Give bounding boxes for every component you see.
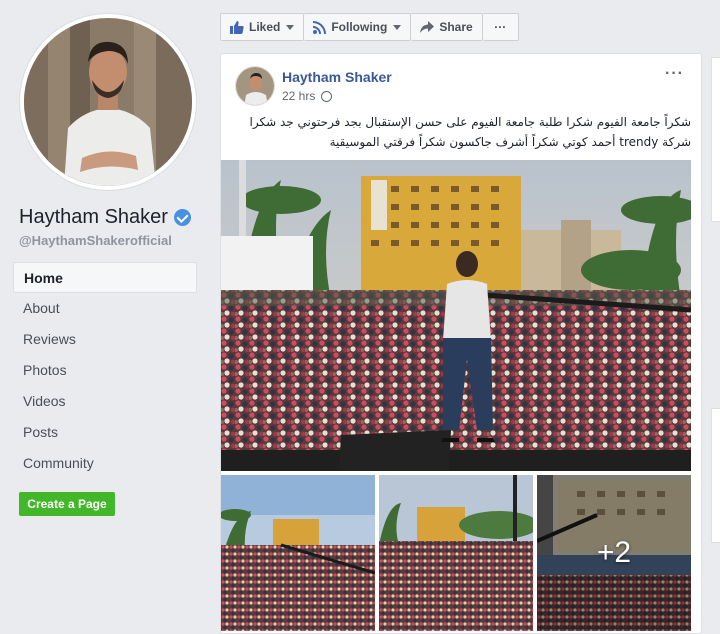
more-photos-count: +2 [596, 536, 632, 569]
share-button[interactable]: Share [411, 13, 483, 41]
post-thumbnail-more-photos[interactable]: +2 [537, 475, 691, 631]
share-arrow-icon [420, 21, 435, 33]
nav-item-about[interactable]: About [13, 293, 197, 324]
page-title[interactable]: Haytham Shaker [19, 206, 191, 229]
post-time-text: 22 hrs [282, 89, 316, 103]
liked-button[interactable]: Liked [220, 13, 305, 41]
nav-item-home[interactable]: Home [13, 262, 197, 293]
page-action-bar: Liked Following Share ··· [220, 13, 519, 42]
following-label: Following [331, 20, 388, 34]
post-thumbnail-photo[interactable] [379, 475, 533, 631]
verified-badge-icon [173, 209, 191, 226]
share-label: Share [439, 20, 473, 34]
post-body-text: شكراً جامعة الفيوم شكرا طلبة جامعة الفيو… [249, 115, 692, 149]
rss-icon [313, 20, 327, 34]
create-page-button[interactable]: Create a Page [19, 492, 115, 516]
post-author-avatar[interactable] [235, 66, 275, 106]
nav-item-photos[interactable]: Photos [13, 355, 197, 386]
thumbs-up-icon [230, 20, 244, 34]
post-author-name[interactable]: Haytham Shaker [282, 69, 392, 85]
post-options-button[interactable]: ··· [665, 66, 684, 82]
post-thumbnail-photo[interactable] [221, 475, 375, 631]
post-card: Haytham Shaker 22 hrs ··· شكراً جامعة ال… [220, 53, 702, 634]
left-sidebar: Haytham Shaker @HaythamShakerofficial Ho… [0, 0, 207, 634]
page-name-text: Haytham Shaker [19, 206, 168, 228]
page-handle[interactable]: @HaythamShakerofficial [19, 233, 172, 248]
nav-item-reviews[interactable]: Reviews [13, 324, 197, 355]
nav-item-community[interactable]: Community [13, 448, 197, 479]
more-options-button[interactable]: ··· [482, 13, 519, 41]
right-column-card [711, 57, 720, 222]
nav-item-posts[interactable]: Posts [13, 417, 197, 448]
liked-label: Liked [249, 20, 281, 34]
profile-picture-frame[interactable] [20, 14, 196, 190]
right-column-card [711, 408, 720, 543]
post-timestamp[interactable]: 22 hrs [282, 89, 333, 103]
more-dots-icon: ··· [494, 20, 507, 34]
profile-picture[interactable] [24, 18, 192, 186]
nav-item-videos[interactable]: Videos [13, 386, 197, 417]
following-button[interactable]: Following [304, 13, 412, 41]
chevron-down-icon [286, 24, 295, 30]
post-main-photo[interactable] [221, 160, 691, 471]
chevron-down-icon [393, 24, 402, 30]
globe-icon [321, 90, 333, 102]
page-navigation: Home About Reviews Photos Videos Posts C… [13, 262, 197, 479]
